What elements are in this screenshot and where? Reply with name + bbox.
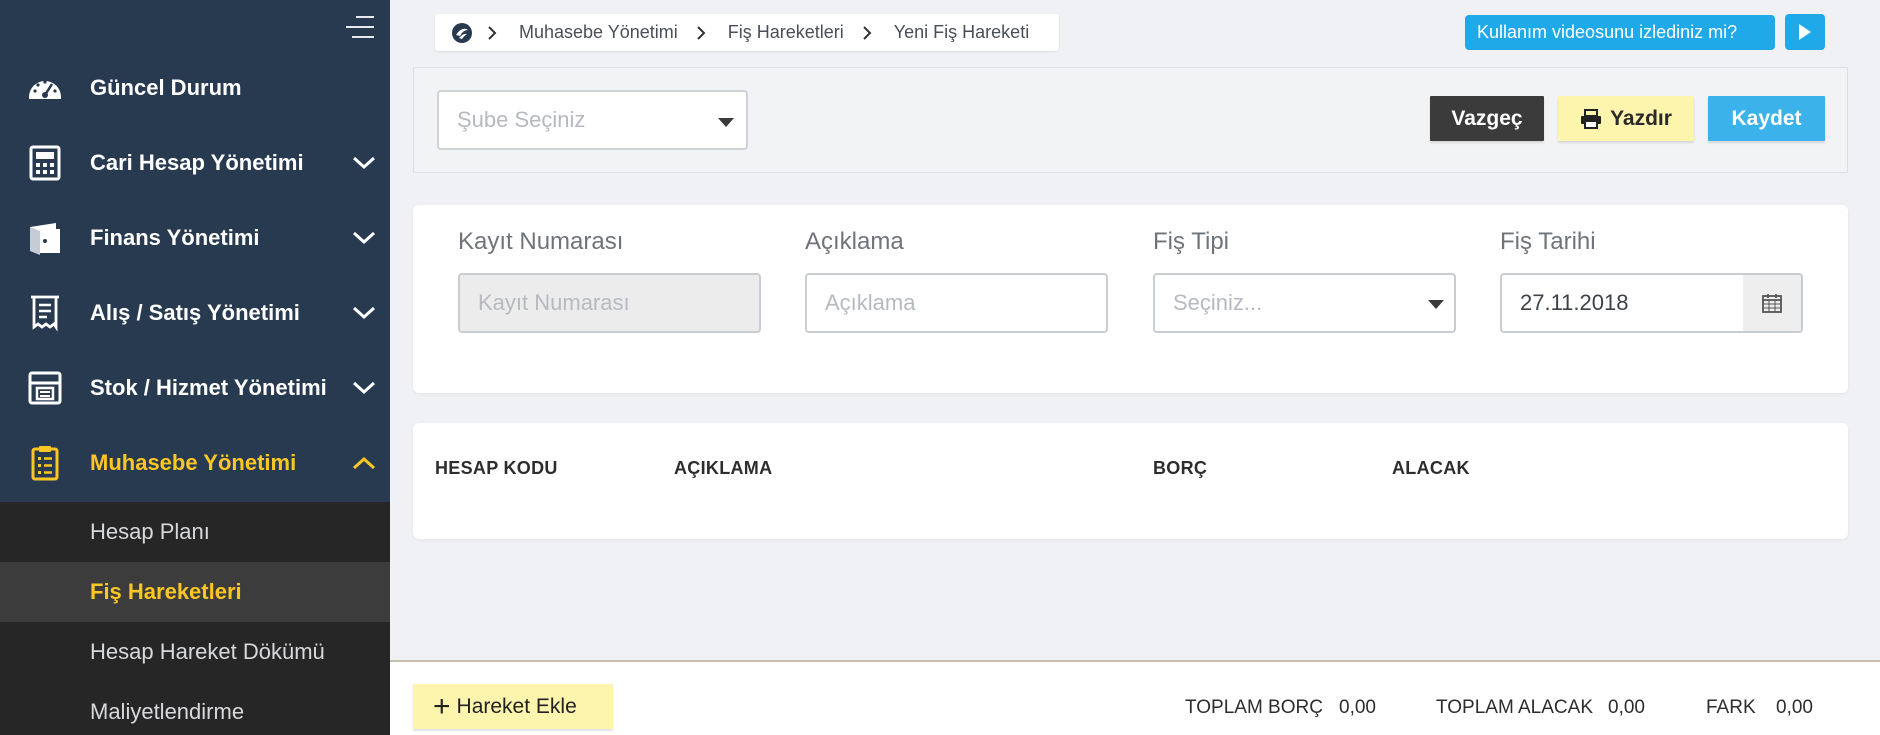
home-logo-icon[interactable] <box>451 22 473 44</box>
print-button-label: Yazdır <box>1610 106 1672 130</box>
submenu-item-hesap-plani[interactable]: Hesap Planı <box>0 502 390 562</box>
sidebar-item-muhasebe[interactable]: Muhasebe Yönetimi <box>0 425 390 500</box>
submenu-item-label: Hesap Hareket Dökümü <box>90 639 325 664</box>
play-video-button[interactable] <box>1785 14 1825 50</box>
difference-value: 0,00 <box>1776 697 1813 718</box>
slip-date-value: 27.11.2018 <box>1520 290 1629 315</box>
sidebar-item-label: Stok / Hizmet Yönetimi <box>90 374 327 400</box>
slip-type-placeholder: Seçiniz... <box>1173 290 1263 315</box>
calendar-icon <box>1762 294 1782 313</box>
record-no-placeholder: Kayıt Numarası <box>478 290 630 315</box>
sidebar-item-alis-satis[interactable]: Alış / Satış Yönetimi <box>0 275 390 350</box>
total-credit-value: 0,00 <box>1608 697 1645 718</box>
slip-date-field[interactable]: 27.11.2018 <box>1500 273 1745 333</box>
description-field[interactable]: Açıklama <box>805 273 1108 333</box>
sidebar-item-label: Güncel Durum <box>90 74 242 100</box>
chevron-right-icon <box>863 25 872 40</box>
receipt-icon <box>31 295 59 332</box>
description-label: Açıklama <box>805 228 904 255</box>
branch-select-placeholder: Şube Seçiniz <box>457 107 586 132</box>
calculator-icon <box>29 145 61 180</box>
difference-label: FARK <box>1706 697 1756 718</box>
sidebar-item-cari-hesap[interactable]: Cari Hesap Yönetimi <box>0 125 390 200</box>
submenu-item-label: Hesap Planı <box>90 519 210 544</box>
save-button[interactable]: Kaydet <box>1708 96 1825 141</box>
wallet-icon <box>30 222 60 255</box>
sidebar-item-stok-hizmet[interactable]: Stok / Hizmet Yönetimi <box>0 350 390 425</box>
submenu-muhasebe: Hesap Planı Fiş Hareketleri Hesap Hareke… <box>0 502 390 735</box>
chevron-down-icon <box>352 156 376 169</box>
slip-date-label: Fiş Tarihi <box>1500 228 1596 255</box>
clipboard-icon <box>31 445 59 480</box>
chevron-down-icon <box>352 231 376 244</box>
cancel-button[interactable]: Vazgeç <box>1430 96 1544 141</box>
sidebar-item-label: Alış / Satış Yönetimi <box>90 299 300 325</box>
record-no-field: Kayıt Numarası <box>458 273 761 333</box>
record-no-label: Kayıt Numarası <box>458 228 624 255</box>
breadcrumb-link[interactable]: Fiş Hareketleri <box>728 22 844 43</box>
breadcrumb: Muhasebe Yönetimi Fiş Hareketleri Yeni F… <box>435 14 1059 51</box>
submenu-item-maliyetlendirme[interactable]: Maliyetlendirme <box>0 682 390 735</box>
chevron-up-icon <box>352 456 376 469</box>
total-debit-value: 0,00 <box>1339 697 1376 718</box>
sidebar-item-guncel-durum[interactable]: Güncel Durum <box>0 50 390 125</box>
calendar-button[interactable] <box>1743 273 1803 333</box>
sidebar: Güncel Durum Cari Hesap Yönetimi Finans … <box>0 0 390 735</box>
caret-down-icon <box>1428 300 1444 309</box>
printer-icon <box>1581 108 1602 129</box>
add-entry-button[interactable]: + Hareket Ekle <box>413 684 613 729</box>
chevron-right-icon <box>488 25 497 40</box>
plus-icon: + <box>433 689 451 723</box>
total-debit-label: TOPLAM BORÇ <box>1185 697 1323 718</box>
add-entry-label: Hareket Ekle <box>456 694 577 718</box>
slip-type-select[interactable]: Seçiniz... <box>1153 273 1456 333</box>
submenu-item-fis-hareketleri[interactable]: Fiş Hareketleri <box>0 562 390 622</box>
column-header-debit: BORÇ <box>1153 458 1208 478</box>
menu-toggle-icon[interactable] <box>346 14 374 40</box>
speedometer-icon <box>29 79 61 99</box>
totals-footer <box>390 660 1880 735</box>
breadcrumb-link[interactable]: Muhasebe Yönetimi <box>519 22 678 43</box>
chevron-down-icon <box>352 306 376 319</box>
submenu-item-label: Maliyetlendirme <box>90 699 245 724</box>
printer-box-icon <box>28 371 62 404</box>
chevron-right-icon <box>697 25 706 40</box>
sidebar-item-label: Muhasebe Yönetimi <box>90 449 297 475</box>
submenu-item-label: Fiş Hareketleri <box>90 579 242 604</box>
entries-table <box>413 423 1848 539</box>
help-video-link[interactable]: Kullanım videosunu izlediniz mi? <box>1465 15 1775 50</box>
caret-down-icon <box>718 118 734 127</box>
sidebar-item-label: Finans Yönetimi <box>90 224 260 250</box>
column-header-description: AÇIKLAMA <box>674 458 773 478</box>
column-header-credit: ALACAK <box>1392 458 1470 478</box>
sidebar-item-label: Cari Hesap Yönetimi <box>90 149 304 175</box>
total-credit-label: TOPLAM ALACAK <box>1436 697 1593 718</box>
slip-type-label: Fiş Tipi <box>1153 228 1230 255</box>
sidebar-item-finans[interactable]: Finans Yönetimi <box>0 200 390 275</box>
chevron-down-icon <box>352 381 376 394</box>
play-icon <box>1799 24 1811 40</box>
column-header-account-code: HESAP KODU <box>435 458 558 478</box>
breadcrumb-current: Yeni Fiş Hareketi <box>893 22 1030 42</box>
print-button[interactable]: Yazdır <box>1558 96 1694 141</box>
submenu-item-hesap-hareket-dokumu[interactable]: Hesap Hareket Dökümü <box>0 622 390 682</box>
branch-select[interactable]: Şube Seçiniz <box>437 90 748 150</box>
description-placeholder: Açıklama <box>825 290 916 315</box>
